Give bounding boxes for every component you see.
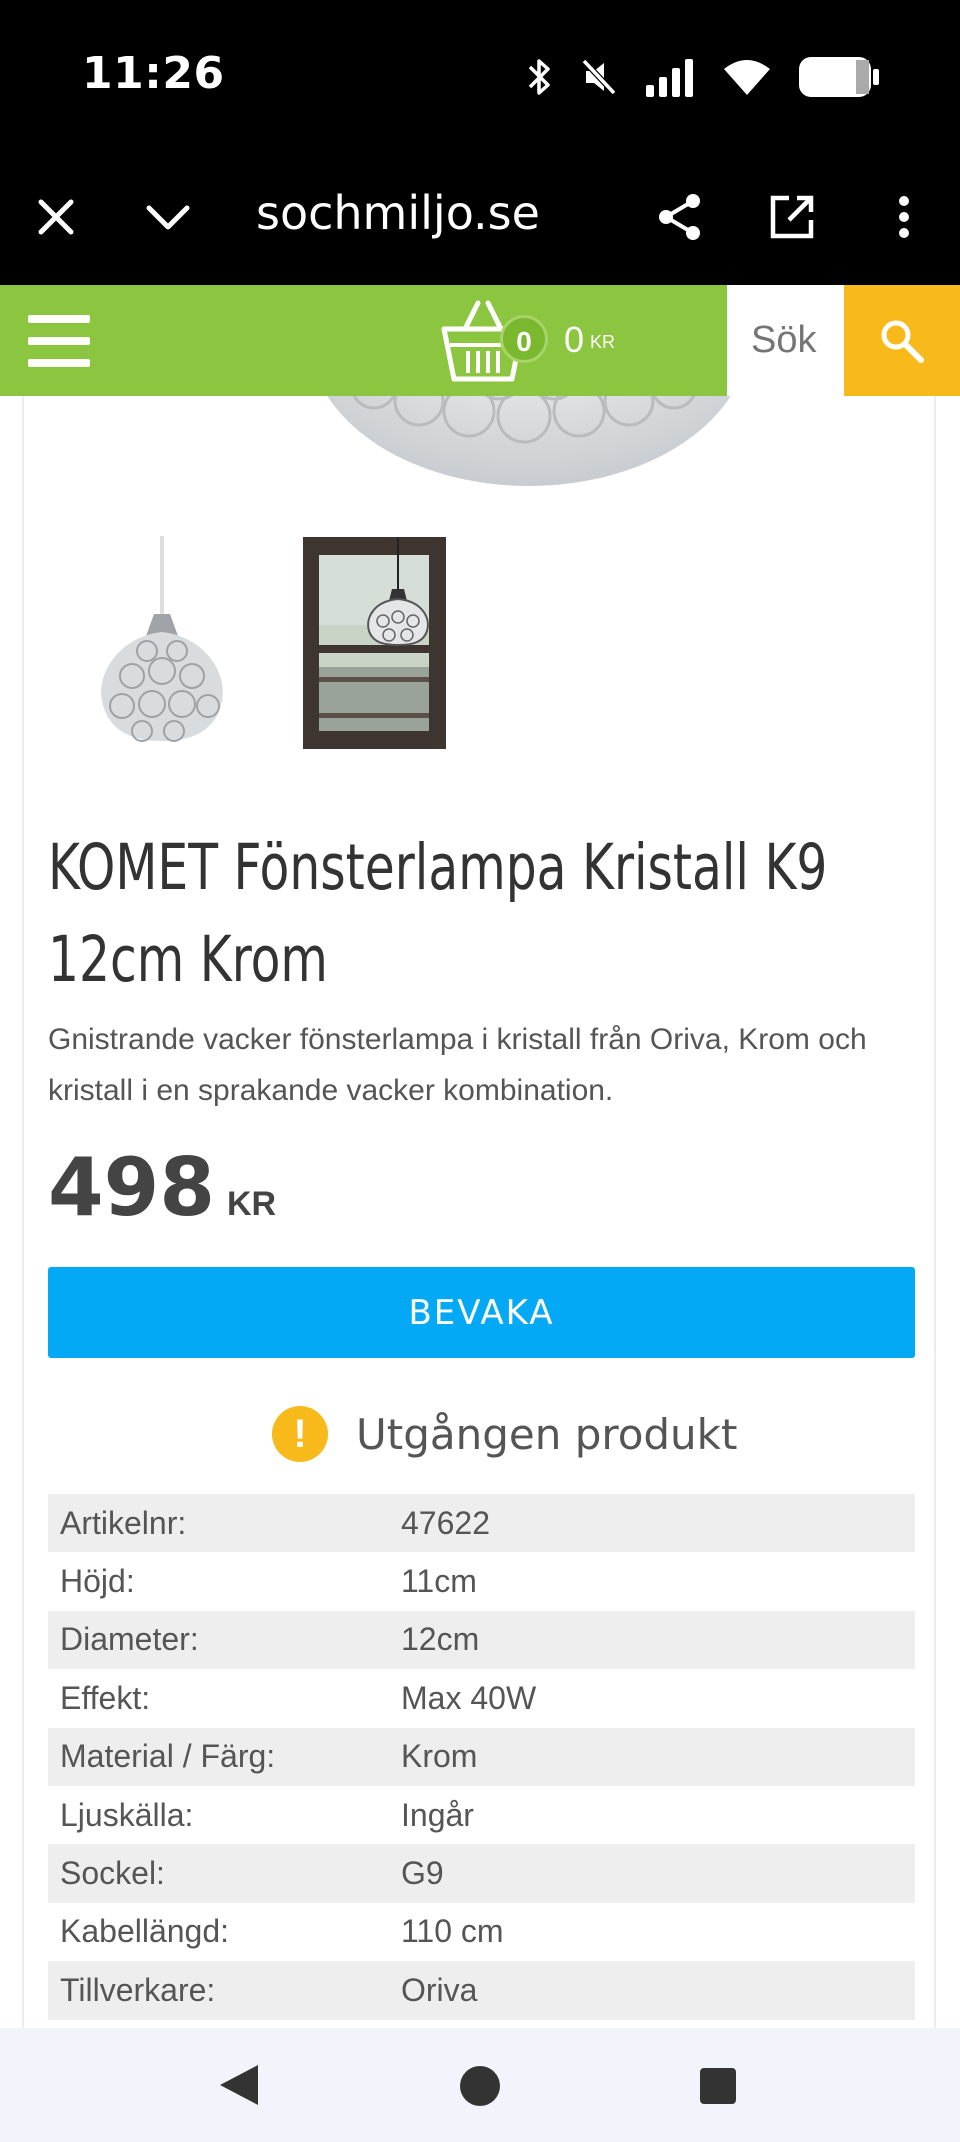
menu-icon-bar bbox=[28, 359, 90, 367]
open-in-browser-button[interactable] bbox=[760, 185, 824, 249]
spec-table: Artikelnr: 47622 Höjd: 11cm Diameter: 12cm … bbox=[48, 1494, 915, 2020]
watch-button[interactable]: BEVAKA bbox=[48, 1267, 915, 1358]
search-button[interactable] bbox=[844, 285, 960, 396]
table-row: Diameter: 12cm bbox=[48, 1610, 915, 1670]
wifi-icon bbox=[724, 60, 770, 95]
spec-value: 110 cm bbox=[401, 1913, 504, 1950]
url-text[interactable]: sochmiljo.se bbox=[256, 186, 540, 240]
spec-key: Material / Färg: bbox=[60, 1738, 276, 1775]
availability-label: Utgången produkt bbox=[356, 1409, 738, 1459]
spec-key: Effekt: bbox=[60, 1679, 151, 1716]
signal-icon bbox=[646, 59, 693, 97]
table-row: Material / Färg: Krom bbox=[48, 1727, 915, 1786]
bluetooth-icon bbox=[528, 59, 550, 95]
table-row: Tillverkare: Oriva bbox=[48, 1961, 915, 2020]
search-input[interactable] bbox=[727, 285, 844, 396]
price-value: 498 bbox=[48, 1141, 215, 1234]
spec-key: Höjd: bbox=[60, 1563, 135, 1600]
price: 498 KR bbox=[48, 1141, 276, 1234]
product-card: KOMET Fönsterlampa Kristall K9 12cm Krom… bbox=[22, 396, 936, 2028]
table-row: Artikelnr: 47622 bbox=[48, 1494, 915, 1553]
spec-key: Kabellängd: bbox=[60, 1913, 230, 1950]
table-row: Effekt: Max 40W bbox=[48, 1669, 915, 1727]
status-time: 11:26 bbox=[82, 48, 225, 99]
spec-key: Tillverkare: bbox=[60, 1971, 216, 2008]
cart-count-badge[interactable]: 0 bbox=[500, 315, 548, 363]
close-tab-button[interactable] bbox=[24, 185, 88, 249]
spec-value: Krom bbox=[401, 1738, 478, 1775]
minimize-button[interactable] bbox=[136, 185, 200, 249]
cart-total-currency: KR bbox=[590, 331, 616, 352]
spec-value: Oriva bbox=[401, 1971, 478, 2008]
table-row: Höjd: 11cm bbox=[48, 1552, 915, 1610]
status-bar: 11:26 bbox=[0, 0, 960, 150]
product-main-image[interactable] bbox=[294, 396, 764, 486]
menu-icon-bar bbox=[28, 315, 90, 323]
share-icon bbox=[659, 194, 700, 240]
chevron-down-icon bbox=[146, 205, 190, 230]
more-options-button[interactable] bbox=[872, 185, 936, 249]
home-icon[interactable] bbox=[460, 2066, 500, 2106]
product-title: KOMET Fönsterlampa Kristall K9 12cm Krom bbox=[48, 822, 934, 1006]
table-row: Ljuskälla: Ingår bbox=[48, 1786, 915, 1844]
spec-key: Artikelnr: bbox=[60, 1504, 187, 1541]
cart-total[interactable]: 0 KR bbox=[564, 319, 615, 361]
table-row: Kabellängd: 110 cm bbox=[48, 1903, 915, 1961]
spec-value: 11cm bbox=[401, 1563, 477, 1600]
recent-apps-icon[interactable] bbox=[700, 2068, 736, 2104]
back-icon[interactable] bbox=[220, 2065, 258, 2105]
cart-total-value: 0 bbox=[564, 319, 585, 360]
menu-icon-bar bbox=[28, 337, 90, 345]
spec-key: Ljuskälla: bbox=[60, 1796, 194, 1833]
product-thumbnail-1[interactable] bbox=[82, 536, 242, 751]
product-description: Gnistrande vacker fönsterlampa i kristal… bbox=[48, 1023, 867, 1107]
browser-toolbar: sochmiljo.se bbox=[0, 150, 960, 285]
open-external-icon bbox=[770, 195, 814, 239]
availability-status: ! Utgången produkt bbox=[272, 1406, 737, 1462]
close-icon bbox=[38, 199, 74, 235]
spec-key: Sockel: bbox=[60, 1855, 165, 1892]
share-button[interactable] bbox=[648, 185, 712, 249]
product-thumbnail-2[interactable] bbox=[303, 537, 446, 749]
spec-value: G9 bbox=[401, 1855, 444, 1892]
spec-value: Ingår bbox=[401, 1796, 474, 1833]
more-vert-icon bbox=[899, 196, 909, 238]
battery-icon bbox=[799, 57, 879, 97]
menu-button[interactable] bbox=[28, 315, 90, 367]
status-icons bbox=[526, 52, 880, 102]
product-title-text: KOMET Fönsterlampa Kristall K9 12cm Krom bbox=[48, 831, 828, 996]
price-currency: KR bbox=[227, 1185, 277, 1223]
spec-value: 47622 bbox=[401, 1504, 490, 1541]
spec-key: Diameter: bbox=[60, 1621, 199, 1658]
mute-icon bbox=[581, 58, 617, 96]
search-icon bbox=[881, 320, 924, 363]
spec-value: Max 40W bbox=[401, 1679, 537, 1716]
warning-icon: ! bbox=[272, 1406, 328, 1462]
site-header: 0 0 KR bbox=[0, 285, 960, 396]
spec-value: 12cm bbox=[401, 1621, 480, 1658]
table-row: Sockel: G9 bbox=[48, 1844, 915, 1903]
